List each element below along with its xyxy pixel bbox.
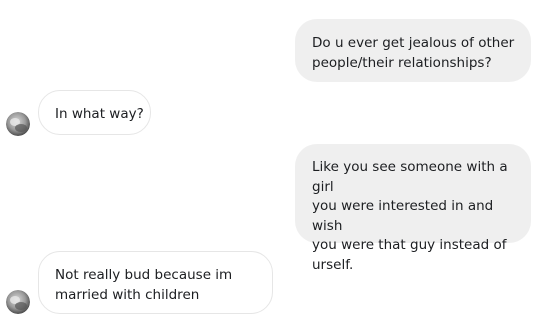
received-message[interactable]: Not really bud because im married with c… bbox=[38, 251, 273, 314]
message-text: Do u ever get jealous of other people/th… bbox=[312, 35, 515, 71]
message-text: Not really bud because im married with c… bbox=[55, 267, 233, 303]
contact-avatar-icon[interactable] bbox=[6, 290, 30, 314]
contact-avatar-icon[interactable] bbox=[6, 112, 30, 136]
message-thread: Do u ever get jealous of other people/th… bbox=[0, 0, 543, 331]
message-text: Like you see someone with a girl you wer… bbox=[312, 159, 508, 273]
sent-message[interactable]: Like you see someone with a girl you wer… bbox=[295, 144, 531, 273]
sent-message[interactable]: Do u ever get jealous of other people/th… bbox=[295, 19, 531, 82]
received-message[interactable]: In what way? bbox=[38, 90, 151, 135]
message-text: In what way? bbox=[55, 106, 144, 122]
